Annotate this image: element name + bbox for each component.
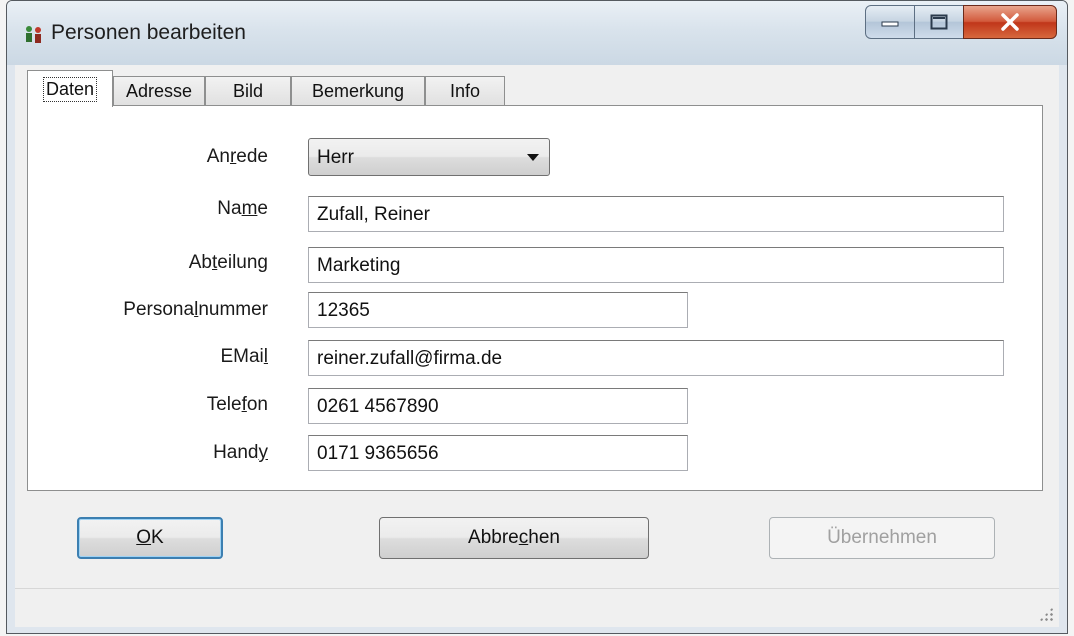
abteilung-field[interactable]: Marketing [308, 247, 1004, 283]
tab-bemerkung[interactable]: Bemerkung [291, 76, 425, 106]
handy-field[interactable]: 0171 9365656 [308, 435, 688, 471]
title-bar[interactable]: Personen bearbeiten [7, 1, 1067, 65]
anrede-label: Anrede [206, 146, 268, 167]
tab-adresse[interactable]: Adresse [113, 76, 205, 106]
name-label: Name [217, 198, 268, 219]
maximize-icon [930, 14, 948, 30]
tab-label: Info [449, 81, 481, 101]
abteilung-label: Abteilung [188, 252, 268, 273]
chevron-down-icon [527, 154, 539, 161]
maximize-button[interactable] [914, 5, 964, 39]
telefon-field[interactable]: 0261 4567890 [308, 388, 688, 424]
tab-daten[interactable]: Daten [27, 70, 113, 107]
dialog-window: Personen bearbeiten Daten Adresse Bild B… [6, 0, 1068, 634]
tab-label: Daten [42, 76, 98, 102]
anrede-value: Herr [317, 147, 354, 168]
dialog-client-area: Daten Adresse Bild Bemerkung Info Anrede… [15, 65, 1059, 627]
tab-panel-daten: Anrede Herr Name Zufall, Reiner Abteilun… [27, 105, 1043, 491]
tab-info[interactable]: Info [425, 76, 505, 106]
personalnummer-label: Personalnummer [123, 299, 268, 320]
name-field[interactable]: Zufall, Reiner [308, 196, 1004, 232]
people-icon [26, 26, 41, 43]
apply-button[interactable]: Übernehmen [769, 517, 995, 559]
cancel-button[interactable]: Abbre c hen [379, 517, 649, 559]
tab-label: Adresse [125, 81, 193, 101]
email-label: EMail [220, 346, 268, 367]
anrede-dropdown[interactable]: Herr [308, 138, 550, 176]
window-title: Personen bearbeiten [51, 21, 246, 44]
close-icon [1001, 13, 1019, 31]
minimize-icon [881, 21, 899, 27]
personalnummer-field[interactable]: 12365 [308, 292, 688, 328]
handy-label: Handy [213, 442, 268, 463]
close-button[interactable] [963, 5, 1057, 39]
tab-label: Bild [232, 81, 263, 101]
email-field[interactable]: reiner.zufall@firma.de [308, 340, 1004, 376]
tab-label: Bemerkung [311, 81, 405, 101]
minimize-button[interactable] [865, 5, 915, 39]
status-bar [15, 588, 1059, 627]
tab-bild[interactable]: Bild [205, 76, 291, 106]
resize-grip-icon[interactable] [1039, 607, 1053, 621]
telefon-label: Telefon [206, 394, 268, 415]
ok-button[interactable]: OK [77, 517, 223, 559]
